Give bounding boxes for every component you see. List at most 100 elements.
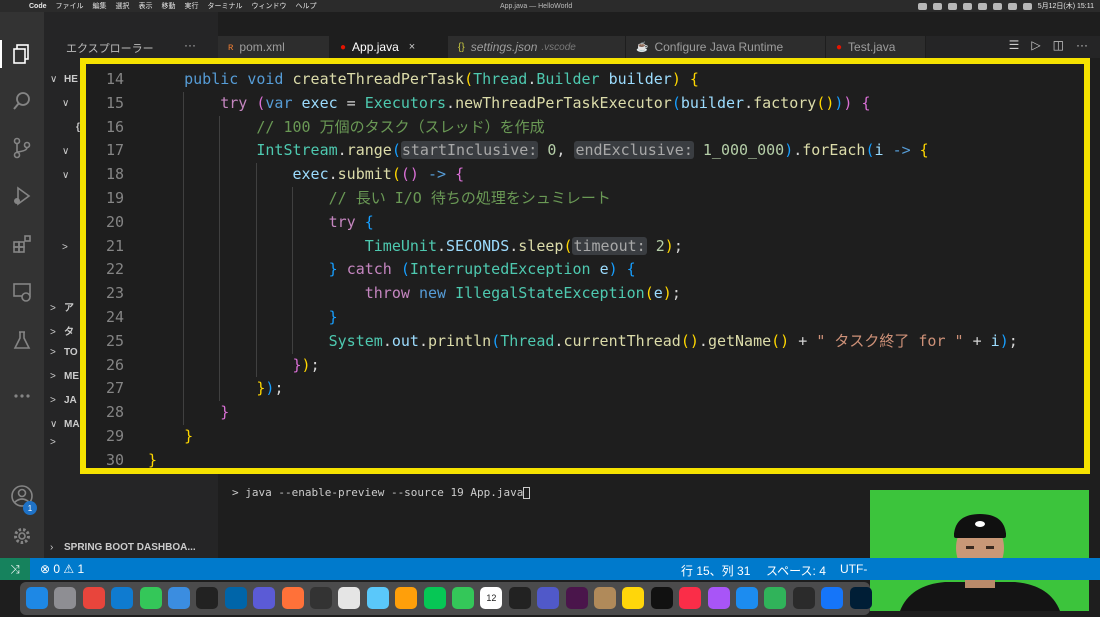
dock-photos-icon[interactable] [395, 587, 418, 609]
dock-tv-icon[interactable] [650, 587, 673, 609]
line-number: 18 [105, 165, 124, 184]
sidebar-tree-item[interactable] [62, 266, 76, 277]
dock-line-icon[interactable] [423, 587, 446, 609]
control-center-icon[interactable] [1022, 2, 1032, 10]
wifi-icon[interactable] [992, 2, 1002, 10]
sidebar-tree-item[interactable]: > JA [50, 395, 77, 406]
testing-flask-icon[interactable] [8, 326, 36, 354]
sidebar-tree-item[interactable] [62, 218, 76, 229]
tab-test-java[interactable]: ● Test.java [826, 36, 926, 58]
sidebar-tree-item[interactable]: > ME [50, 371, 79, 382]
dock-github-icon[interactable] [310, 587, 332, 609]
sidebar-tree-item[interactable]: ∨ [62, 98, 76, 109]
dock-contacts-icon[interactable] [594, 587, 616, 609]
settings-gear-icon[interactable] [8, 522, 36, 550]
sidebar-tree-item[interactable]: ∨ [62, 170, 76, 181]
menubar-datetime[interactable]: 5月12日(木) 15:11 [1038, 1, 1094, 11]
dock-mail-icon[interactable] [168, 587, 190, 609]
dock-music-icon[interactable] [679, 587, 702, 609]
dock-xcode-icon[interactable] [821, 587, 844, 609]
extensions-icon[interactable] [8, 230, 36, 258]
tab-settings-json[interactable]: {} settings.json .vscode [448, 36, 626, 58]
indentation-setting[interactable]: スペース: 4 [766, 562, 826, 579]
menu-help[interactable]: ヘルプ [296, 1, 317, 11]
tab-configure-java-runtime[interactable]: ☕ Configure Java Runtime [626, 36, 826, 58]
run-debug-icon[interactable] [8, 182, 36, 210]
code-token: { [689, 70, 699, 88]
dock-podcasts-icon[interactable] [707, 587, 730, 609]
sidebar-tree-item[interactable]: ∨ HE [50, 74, 78, 85]
dock-edge-icon[interactable] [111, 587, 134, 609]
file-encoding[interactable]: UTF- [840, 562, 867, 576]
split-editor-icon[interactable]: ◫ [1053, 38, 1064, 52]
terminal-panel[interactable]: > java --enable-preview --source 19 App.… [218, 480, 868, 558]
dock-appstore-icon[interactable] [736, 587, 758, 609]
source-control-icon[interactable] [8, 134, 36, 162]
menu-view[interactable]: 表示 [139, 1, 153, 11]
code-token: newThreadPerTaskExecutor [455, 93, 672, 112]
tab-app-java[interactable]: ● App.java × [330, 36, 448, 58]
dock-slack-icon[interactable] [565, 587, 588, 609]
sidebar-tree-item[interactable]: > タ [50, 323, 74, 338]
dock-chrome-icon[interactable] [82, 587, 105, 609]
dock-firefox-icon[interactable] [281, 587, 304, 609]
sidebar-tree-item[interactable]: > ア [50, 299, 74, 314]
code-editor[interactable]: 14 public void createThreadPerTask(Threa… [86, 68, 1084, 473]
dock-calendar-icon[interactable]: 12 [480, 587, 503, 609]
dock-vscode-icon[interactable] [224, 587, 247, 609]
sidebar-tree-item[interactable]: ∨ MA [50, 419, 80, 430]
menu-app-name[interactable]: Code [29, 3, 47, 10]
tab-pom-xml[interactable]: ʀ pom.xml [218, 36, 330, 58]
battery-icon[interactable] [977, 2, 987, 10]
dock-launchpad-icon[interactable] [54, 587, 77, 609]
menu-run[interactable]: 実行 [185, 1, 199, 11]
sidebar-item-label: TO [64, 347, 78, 358]
status-item-icon[interactable] [962, 2, 972, 10]
dock-other-icon[interactable] [253, 587, 276, 609]
explorer-more-actions[interactable]: ··· [184, 38, 196, 52]
line-number: 28 [105, 403, 124, 422]
more-actions-icon[interactable]: ··· [1076, 38, 1088, 52]
problems-count[interactable]: ⊗ 0 ⚠ 1 [40, 562, 84, 576]
menu-selection[interactable]: 選択 [116, 1, 130, 11]
spring-boot-dashboard-section[interactable]: › SPRING BOOT DASHBOA... [50, 542, 196, 553]
dock-facetime-icon[interactable] [452, 587, 474, 609]
menu-window[interactable]: ウィンドウ [252, 1, 287, 11]
dock-maps-icon[interactable] [366, 587, 389, 609]
sidebar-tree-item[interactable]: > [50, 437, 64, 448]
dock-teams-icon[interactable] [537, 587, 560, 609]
dock-sketch-icon[interactable] [508, 587, 531, 609]
code-line: 28 } [86, 401, 1084, 425]
menu-file[interactable]: ファイル [56, 1, 84, 11]
sidebar-tree-item[interactable]: ∨ [62, 146, 76, 157]
explorer-icon[interactable] [8, 40, 36, 68]
menu-terminal[interactable]: ターミナル [208, 1, 243, 11]
cursor-position[interactable]: 行 15、列 31 [681, 562, 750, 579]
more-views-icon[interactable] [8, 382, 36, 410]
status-item-icon[interactable] [947, 2, 957, 10]
status-item-icon[interactable] [917, 2, 927, 10]
dock-numbers-icon[interactable] [764, 587, 787, 609]
menu-edit[interactable]: 編集 [93, 1, 107, 11]
code-text: public void createThreadPerTask(Thread.B… [148, 68, 699, 92]
remote-explorer-icon[interactable] [8, 278, 36, 306]
search-icon[interactable] [1007, 2, 1017, 10]
sidebar-tree-item[interactable]: > TO [50, 347, 78, 358]
dock-notes-icon[interactable] [338, 587, 361, 609]
chevron-down-icon: ∨ [62, 170, 70, 181]
cloud-icon[interactable] [932, 2, 942, 10]
sidebar-tree-item[interactable] [62, 194, 76, 205]
search-icon[interactable] [8, 87, 36, 115]
dock-finder-icon[interactable] [26, 587, 48, 609]
dock-messages-icon[interactable] [139, 587, 162, 609]
dock-terminal-icon[interactable] [196, 587, 219, 609]
outline-icon[interactable]: ☰ [1009, 38, 1020, 52]
dock-photoshop-icon[interactable] [849, 587, 872, 609]
menu-go[interactable]: 移動 [162, 1, 176, 11]
dock-notes-yellow-icon[interactable] [622, 587, 645, 609]
run-icon[interactable]: ▷ [1031, 38, 1040, 52]
dock-activity-icon[interactable] [792, 587, 815, 609]
remote-indicator-icon[interactable]: ⤨ [0, 558, 30, 580]
sidebar-tree-item[interactable]: > [62, 242, 76, 253]
close-icon[interactable]: × [409, 41, 415, 53]
